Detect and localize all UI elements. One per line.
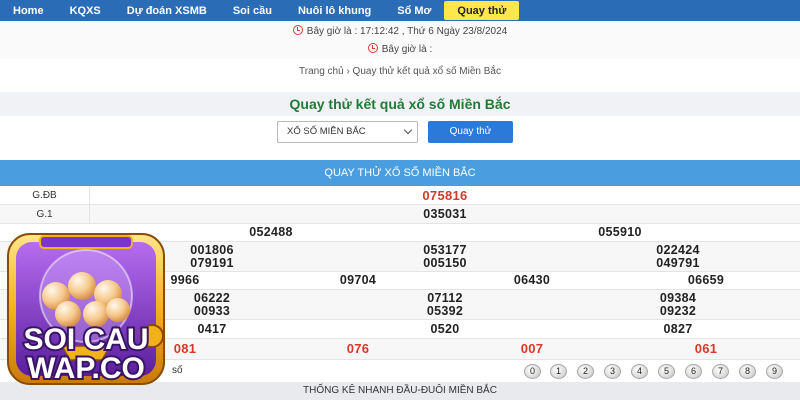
g5-number: 06222 — [193, 291, 231, 305]
g7-number: 081 — [173, 341, 197, 356]
digit-ball-4[interactable]: 4 — [631, 364, 648, 379]
title-band: Quay thử kết quả xổ số Miền Bắc — [0, 92, 800, 116]
row-g1: G.1 035031 — [0, 205, 800, 224]
g7-number: 061 — [694, 341, 718, 356]
g1-number: 035031 — [423, 207, 467, 221]
region-select[interactable]: XỔ SỐ MIỀN BẮC — [277, 121, 418, 143]
top-nav: Home KQXS Dự đoán XSMB Soi cầu Nuôi lô k… — [0, 0, 800, 21]
g5-number: 05392 — [426, 304, 464, 318]
time-line-2: Bây giờ là : — [0, 43, 800, 55]
g6-number: 0520 — [430, 322, 460, 336]
time-line: Bây giờ là : 17:12:42 , Thứ 6 Ngày 23/8/… — [0, 25, 800, 37]
g7-number: 007 — [520, 341, 544, 356]
digit-ball-0[interactable]: 0 — [524, 364, 541, 379]
digit-ball-9[interactable]: 9 — [766, 364, 783, 379]
time-text: Bây giờ là : 17:12:42 , Thứ 6 Ngày 23/8/… — [306, 26, 508, 37]
page-title: Quay thử kết quả xổ số Miền Bắc — [289, 96, 511, 112]
digit-ball-3[interactable]: 3 — [604, 364, 621, 379]
nav-nuoi-lo-khung[interactable]: Nuôi lô khung — [285, 0, 384, 21]
digit-ball-8[interactable]: 8 — [739, 364, 756, 379]
g4-number: 06430 — [513, 273, 551, 287]
gdb-label: G.ĐB — [0, 186, 90, 204]
g4-number: 09704 — [339, 273, 377, 287]
g3-number: 022424 — [656, 243, 700, 257]
gdb-number: 075816 — [422, 188, 468, 203]
g5-number: 09384 — [659, 291, 697, 305]
g5-number: 00933 — [193, 304, 231, 318]
nav-du-doan-xsmb[interactable]: Dự đoán XSMB — [114, 0, 220, 21]
g3-number: 079191 — [190, 256, 234, 270]
breadcrumb[interactable]: Trang chủ › Quay thử kết quả xổ số Miền … — [0, 66, 800, 77]
nav-home[interactable]: Home — [0, 0, 57, 21]
digit-ball-5[interactable]: 5 — [658, 364, 675, 379]
soicau-wap-logo: SOI CAU WAP.CO — [7, 233, 165, 387]
g3-number: 001806 — [190, 243, 234, 257]
logo-line-2: WAP.CO — [27, 352, 145, 385]
g2-number: 055910 — [598, 225, 642, 239]
nav-kqxs[interactable]: KQXS — [57, 0, 114, 21]
row-gdb: G.ĐB 075816 — [0, 186, 800, 205]
nav-soi-cau[interactable]: Soi cầu — [220, 0, 285, 21]
g6-number: 0417 — [197, 322, 227, 336]
digit-ball-2[interactable]: 2 — [577, 364, 594, 379]
time-info: Bây giờ là : 17:12:42 , Thứ 6 Ngày 23/8/… — [0, 21, 800, 59]
g5-number: 07112 — [427, 291, 463, 305]
results-header: QUAY THỬ XỔ SỐ MIỀN BẮC — [0, 160, 800, 186]
g3-number: 049791 — [656, 256, 700, 270]
time-text-2: Bây giờ là : — [381, 44, 433, 55]
g7-number: 076 — [346, 341, 370, 356]
clock-icon — [367, 43, 378, 53]
digit-ball-7[interactable]: 7 — [712, 364, 729, 379]
g4-number: 9966 — [170, 273, 200, 287]
digit-filter-label: số — [172, 365, 183, 376]
region-select-value: XỔ SỐ MIỀN BẮC — [287, 126, 366, 137]
g3-number: 005150 — [423, 256, 467, 270]
lottery-form: XỔ SỐ MIỀN BẮC Quay thử — [0, 121, 800, 143]
digit-ball-1[interactable]: 1 — [550, 364, 567, 379]
g3-number: 053177 — [423, 243, 467, 257]
g6-number: 0827 — [663, 322, 693, 336]
g5-number: 09232 — [659, 304, 697, 318]
g4-number: 06659 — [687, 273, 725, 287]
quay-thu-button[interactable]: Quay thử — [428, 121, 513, 143]
g2-number: 052488 — [249, 225, 293, 239]
g1-label: G.1 — [0, 205, 90, 223]
chevron-down-icon — [403, 125, 413, 135]
nav-quay-thu[interactable]: Quay thử — [444, 1, 520, 20]
digit-ball-6[interactable]: 6 — [685, 364, 702, 379]
clock-icon — [292, 25, 303, 35]
nav-so-mo[interactable]: Sổ Mơ — [384, 0, 444, 21]
